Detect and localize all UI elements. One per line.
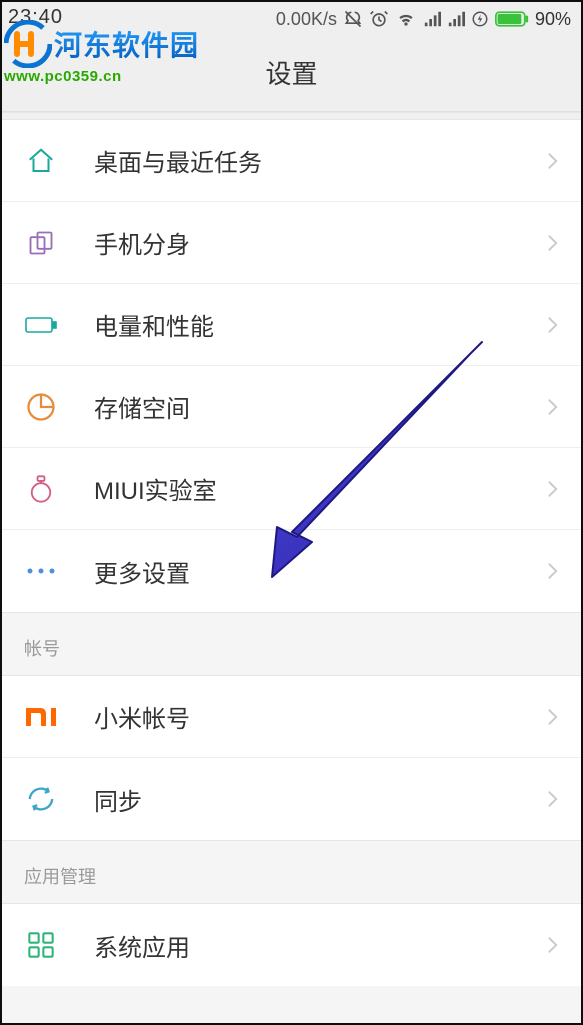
signal-2-icon bbox=[447, 10, 465, 28]
lab-icon bbox=[24, 472, 58, 506]
status-bar: 23:40 0.00K/s bbox=[2, 2, 581, 36]
item-second-space[interactable]: 手机分身 bbox=[2, 202, 581, 284]
item-system-apps[interactable]: 系统应用 bbox=[2, 904, 581, 986]
chevron-right-icon bbox=[546, 788, 559, 810]
item-label: 小米帐号 bbox=[94, 699, 546, 734]
item-label: 更多设置 bbox=[94, 554, 546, 589]
chevron-right-icon bbox=[546, 478, 559, 500]
item-sync[interactable]: 同步 bbox=[2, 758, 581, 840]
settings-group-0: 桌面与最近任务 手机分身 电量和性能 存储空间 bbox=[2, 120, 581, 612]
sync-icon bbox=[24, 782, 58, 816]
item-label: 手机分身 bbox=[94, 225, 546, 260]
section-header-apps: 应用管理 bbox=[2, 840, 581, 904]
page-title: 设置 bbox=[2, 36, 581, 112]
home-icon bbox=[24, 144, 58, 178]
settings-group-2: 系统应用 bbox=[2, 904, 581, 986]
clone-icon bbox=[24, 226, 58, 260]
battery-icon bbox=[495, 10, 529, 28]
chevron-right-icon bbox=[546, 706, 559, 728]
apps-icon bbox=[24, 928, 58, 962]
chevron-right-icon bbox=[546, 934, 559, 956]
item-more-settings[interactable]: 更多设置 bbox=[2, 530, 581, 612]
item-label: 系统应用 bbox=[94, 928, 546, 963]
chevron-right-icon bbox=[546, 314, 559, 336]
item-mi-account[interactable]: 小米帐号 bbox=[2, 676, 581, 758]
chevron-right-icon bbox=[546, 560, 559, 582]
item-miui-lab[interactable]: MIUI实验室 bbox=[2, 448, 581, 530]
signal-1-icon bbox=[423, 10, 441, 28]
item-storage[interactable]: 存储空间 bbox=[2, 366, 581, 448]
dnd-icon bbox=[343, 9, 363, 29]
settings-group-1: 小米帐号 同步 bbox=[2, 676, 581, 840]
chevron-right-icon bbox=[546, 232, 559, 254]
item-desktop-recent[interactable]: 桌面与最近任务 bbox=[2, 120, 581, 202]
mi-icon bbox=[24, 700, 58, 734]
section-header-account: 帐号 bbox=[2, 612, 581, 676]
battery-icon bbox=[24, 308, 58, 342]
item-label: 桌面与最近任务 bbox=[94, 143, 546, 178]
item-label: 同步 bbox=[94, 782, 546, 817]
chevron-right-icon bbox=[546, 396, 559, 418]
divider bbox=[2, 112, 581, 120]
item-label: MIUI实验室 bbox=[94, 471, 546, 506]
item-battery-perf[interactable]: 电量和性能 bbox=[2, 284, 581, 366]
alarm-icon bbox=[369, 9, 389, 29]
charging-icon bbox=[471, 10, 489, 28]
more-icon bbox=[24, 554, 58, 588]
net-speed: 0.00K/s bbox=[276, 9, 337, 30]
storage-icon bbox=[24, 390, 58, 424]
item-label: 电量和性能 bbox=[94, 307, 546, 342]
battery-percent: 90% bbox=[535, 9, 571, 30]
item-label: 存储空间 bbox=[94, 389, 546, 424]
status-icons: 0.00K/s bbox=[276, 9, 571, 30]
status-time: 23:40 bbox=[8, 6, 63, 29]
chevron-right-icon bbox=[546, 150, 559, 172]
wifi-icon bbox=[395, 9, 417, 29]
